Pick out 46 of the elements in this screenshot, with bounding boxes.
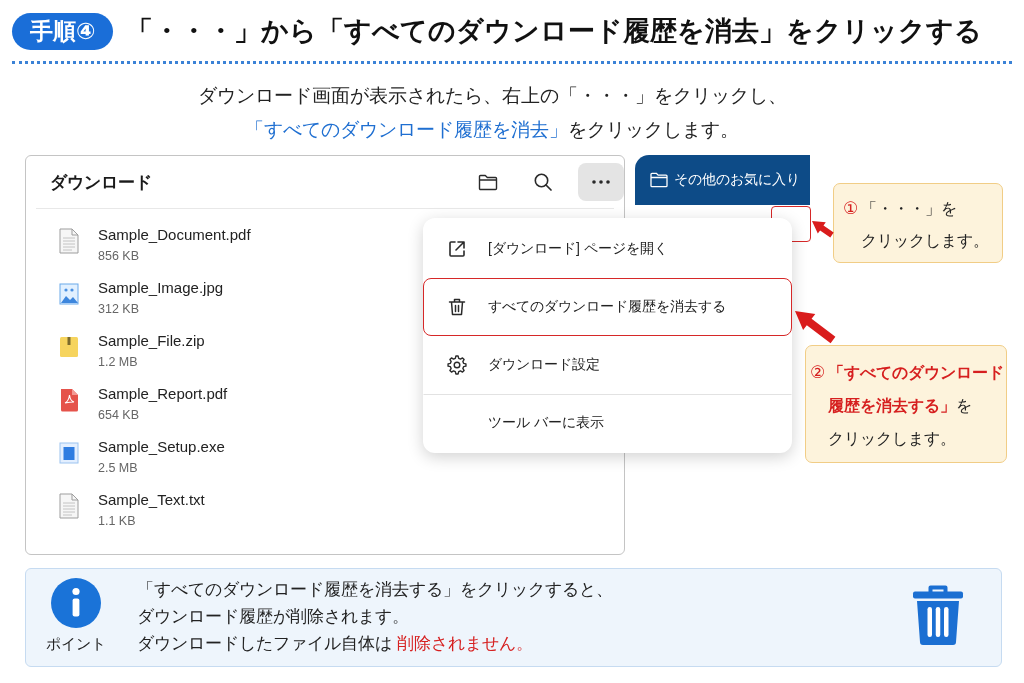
callout-text: 「・・・」を クリックします。	[861, 199, 990, 251]
callout-number: ①	[843, 198, 859, 220]
file-size: 654 KB	[98, 407, 139, 424]
folder-button[interactable]	[478, 173, 498, 191]
file-name: Sample_Document.pdf	[98, 225, 251, 245]
tip-text: 「すべてのダウンロード履歴を消去する」をクリックすると、 ダウンロード履歴が削除されます。 ダウンロードしたファイル自体は 削除されません。	[137, 579, 613, 654]
app-file-icon	[59, 440, 79, 466]
trash-icon	[911, 585, 965, 645]
panel-title: ダウンロード	[50, 171, 152, 194]
step-badge: 手順④	[12, 13, 114, 50]
folder-icon	[478, 173, 498, 191]
arrow-icon	[793, 308, 837, 344]
trash-icon	[447, 297, 467, 317]
callout-text: 「すべてのダウンロード 履歴を消去する」を クリックします。	[828, 363, 1005, 449]
step-title: 「・・・」から「すべてのダウンロード履歴を消去」をクリックする	[126, 15, 983, 48]
info-icon	[51, 578, 101, 628]
favorites-folder-button[interactable]: その他のお気に入り	[635, 155, 810, 205]
file-name: Sample_Image.jpg	[98, 278, 224, 298]
zip-file-icon	[59, 334, 79, 360]
file-name: Sample_File.zip	[98, 331, 205, 351]
tip-label: ポイント	[46, 634, 106, 654]
file-size: 2.5 MB	[98, 460, 138, 477]
folder-icon	[650, 172, 668, 188]
callout-number: ②	[810, 362, 826, 384]
menu-item[interactable]: ダウンロード設定	[423, 336, 792, 394]
more-icon	[592, 180, 610, 184]
instruction-text: ダウンロード画面が表示されたら、右上の「・・・」をクリックし、 「すべてのダウンロード履歴を消去」をクリックします。	[196, 84, 788, 142]
file-size: 1.2 MB	[98, 354, 138, 371]
search-button[interactable]	[534, 173, 552, 191]
file-name: Sample_Setup.exe	[98, 437, 225, 457]
menu-item[interactable]: [ダウンロード] ページを開く	[423, 220, 792, 278]
file-size: 1.1 KB	[98, 513, 136, 530]
external-link-icon	[447, 239, 467, 259]
file-name: Sample_Text.txt	[98, 490, 205, 510]
more-button[interactable]	[578, 163, 624, 201]
settings-icon	[447, 355, 467, 375]
document-icon	[59, 228, 79, 254]
menu-item[interactable]: すべてのダウンロード履歴を消去する	[423, 278, 792, 336]
file-size: 312 KB	[98, 301, 139, 318]
file-name: Sample_Report.pdf	[98, 384, 228, 404]
menu-item[interactable]: ツール バーに表示	[423, 394, 792, 452]
document-icon	[59, 493, 79, 519]
search-icon	[534, 173, 552, 191]
image-file-icon	[59, 281, 79, 307]
file-size: 856 KB	[98, 248, 139, 265]
pdf-file-icon	[59, 387, 79, 413]
